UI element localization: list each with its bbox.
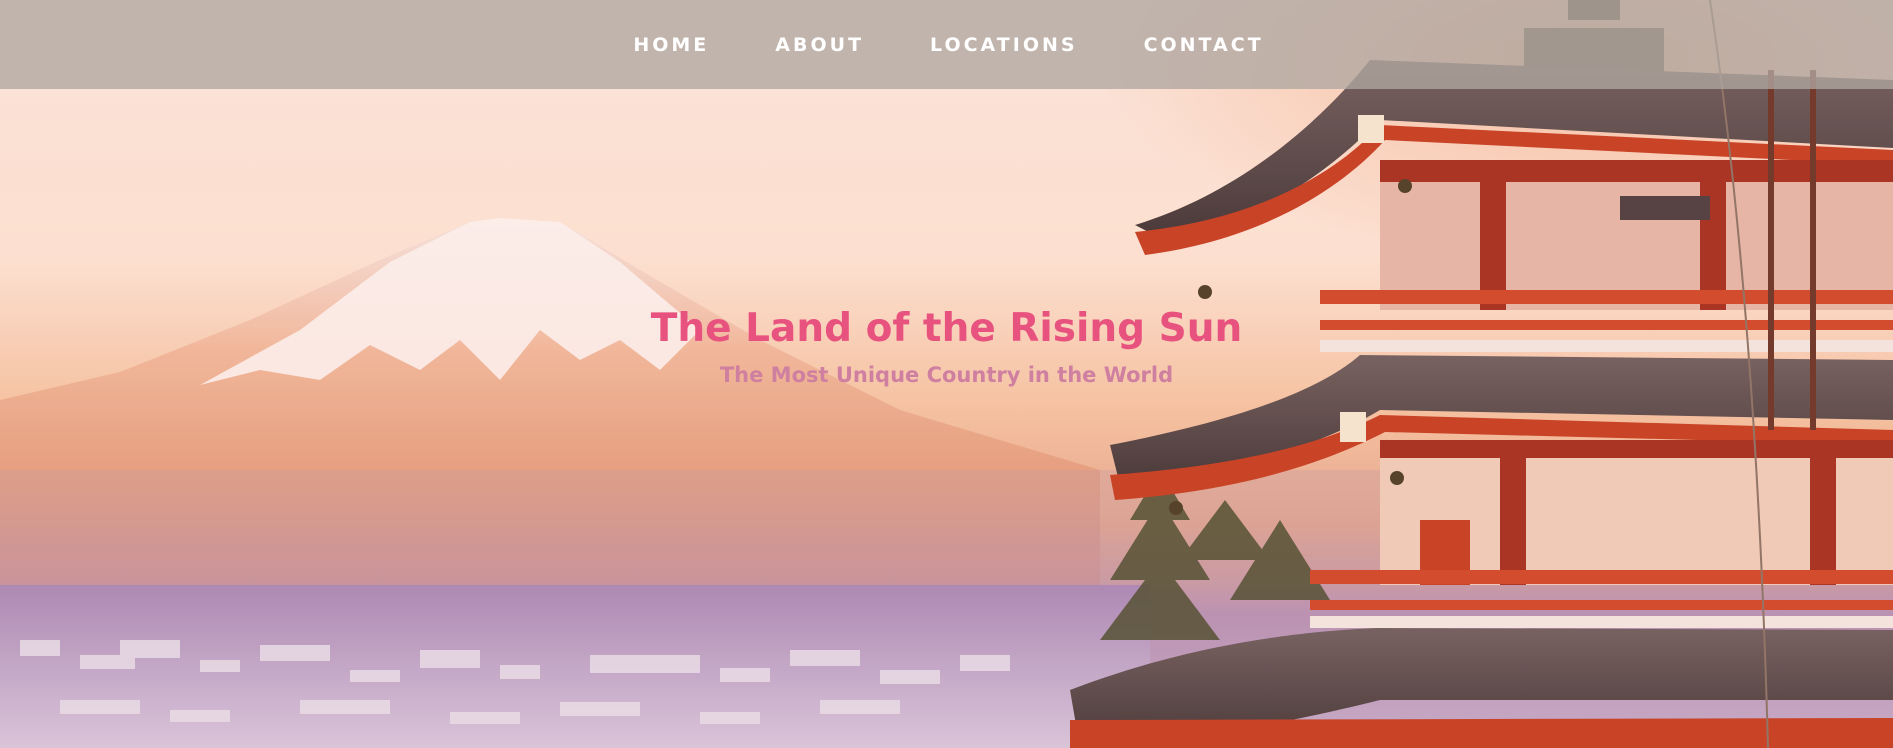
- nav-item-locations[interactable]: LOCATIONS: [930, 34, 1078, 56]
- nav-item-about[interactable]: ABOUT: [775, 34, 864, 56]
- nav-menu: HOME ABOUT LOCATIONS CONTACT: [633, 34, 1263, 56]
- top-navigation-bar: HOME ABOUT LOCATIONS CONTACT: [0, 0, 1893, 89]
- hero-text-block: The Land of the Rising Sun The Most Uniq…: [0, 306, 1893, 387]
- nav-item-home[interactable]: HOME: [633, 34, 709, 56]
- hero-subtitle: The Most Unique Country in the World: [719, 363, 1174, 387]
- nav-item-contact[interactable]: CONTACT: [1144, 34, 1264, 56]
- hero-title: The Land of the Rising Sun: [650, 306, 1243, 351]
- page: HOME ABOUT LOCATIONS CONTACT The Land of…: [0, 0, 1893, 748]
